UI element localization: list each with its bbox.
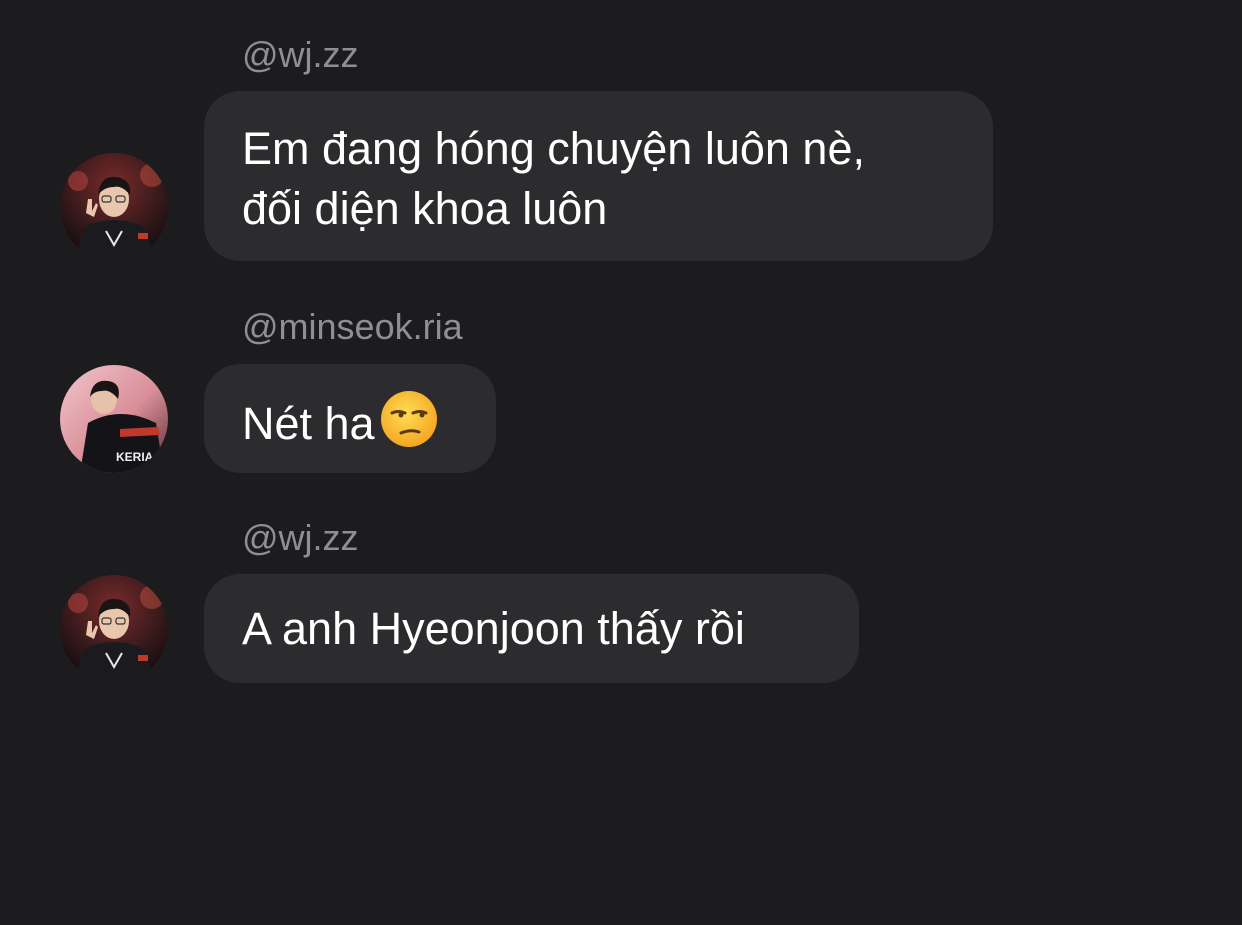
svg-text:KERIA: KERIA (116, 450, 154, 464)
message-text: Nét ha (242, 398, 375, 449)
avatar[interactable]: KERIA (60, 365, 168, 473)
avatar-image (60, 575, 168, 683)
message-bubble[interactable]: A anh Hyeonjoon thấy rồi (204, 574, 859, 683)
chat-thread: @wj.zz Em đang hóng chuyện luôn nè, đối … (0, 0, 1242, 925)
unamused-face-icon (380, 391, 437, 447)
message-bubble[interactable]: Em đang hóng chuyện luôn nè, đối diện kh… (204, 91, 993, 261)
avatar[interactable] (60, 153, 168, 261)
message-text-line: đối diện khoa luôn (242, 183, 608, 234)
avatar-image: KERIA (60, 365, 168, 473)
sender-username[interactable]: @minseok.ria (242, 305, 463, 349)
message-bubble[interactable]: Nét ha (204, 364, 496, 473)
sender-username[interactable]: @wj.zz (242, 33, 359, 77)
sender-username[interactable]: @wj.zz (242, 516, 359, 560)
message-text-line: Em đang hóng chuyện luôn nè, (242, 123, 865, 174)
avatar-image (60, 153, 168, 261)
message-text-line: A anh Hyeonjoon thấy rồi (242, 603, 745, 654)
message-text-line: Nét ha (242, 389, 458, 454)
avatar[interactable] (60, 575, 168, 683)
